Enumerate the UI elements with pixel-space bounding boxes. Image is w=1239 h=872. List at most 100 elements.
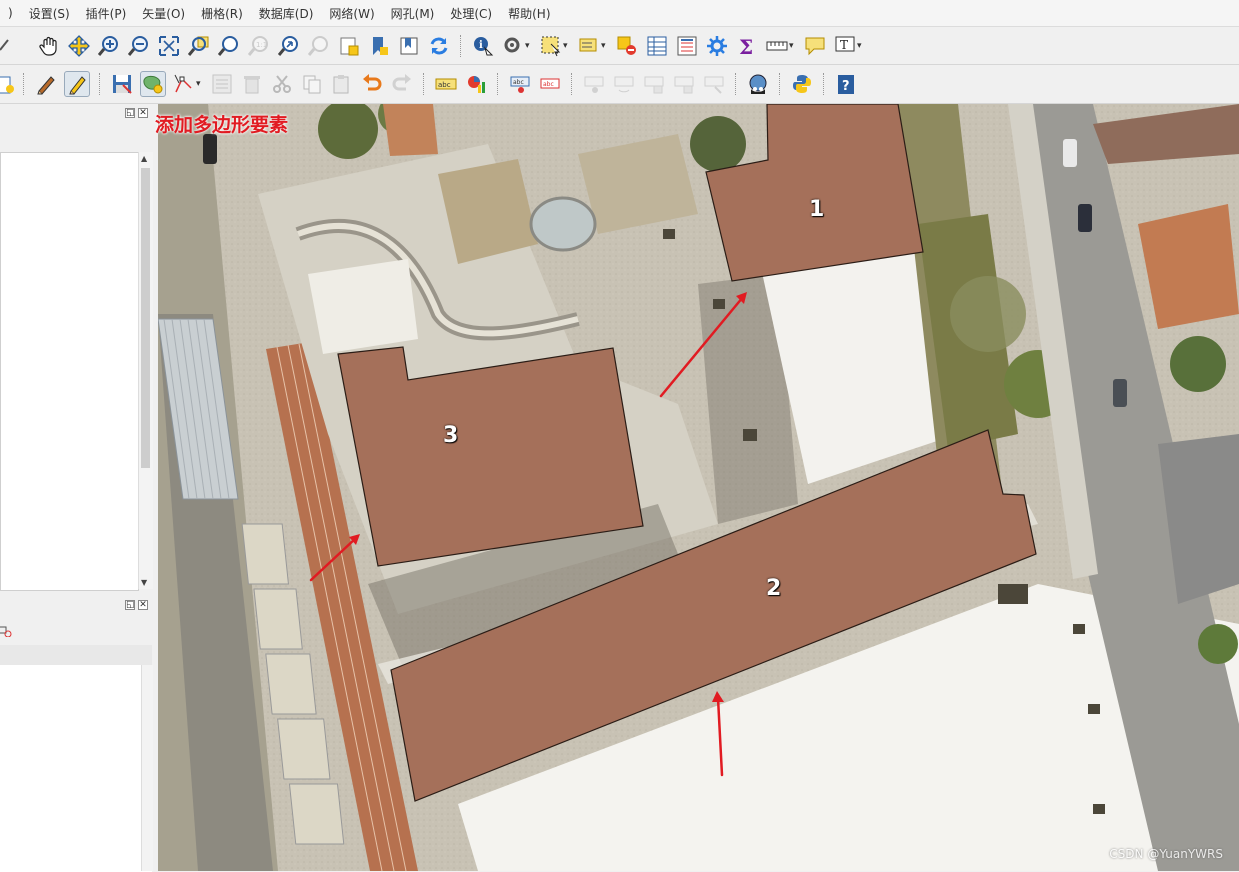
vertical-scrollbar[interactable]: [141, 665, 153, 871]
save-edits-icon[interactable]: [110, 72, 134, 96]
menu-item-settings[interactable]: 设置(S): [21, 5, 78, 22]
measure-icon[interactable]: [765, 34, 789, 58]
chevron-down-icon[interactable]: ▾: [857, 41, 866, 51]
chevron-down-icon[interactable]: ▾: [789, 41, 798, 51]
toolbar-separator: [423, 73, 425, 95]
delete-selected-icon[interactable]: [240, 72, 264, 96]
toolbar-separator: [779, 73, 781, 95]
attribute-table-icon[interactable]: [645, 34, 669, 58]
pan-to-selection-icon[interactable]: [67, 34, 91, 58]
menu-item-web[interactable]: 网络(W): [321, 5, 382, 22]
field-calculator-icon[interactable]: [705, 34, 729, 58]
pan-map-icon[interactable]: [37, 34, 61, 58]
help-icon[interactable]: ?: [834, 72, 858, 96]
menu-item-plugins[interactable]: 插件(P): [78, 5, 135, 22]
toolbar-separator: [99, 73, 101, 95]
browser-panel: ◱ ✕: [0, 592, 156, 872]
scroll-down-icon[interactable]: ▼: [141, 578, 147, 587]
toolbar-separator: [460, 34, 462, 57]
menu-item-vector[interactable]: 矢量(O): [134, 5, 193, 22]
svg-text:1:1: 1:1: [256, 41, 267, 49]
toggle-editing-icon[interactable]: [34, 72, 58, 96]
chevron-down-icon[interactable]: ▾: [563, 41, 572, 51]
annotation-icon[interactable]: [803, 34, 827, 58]
browser-header: [0, 645, 152, 665]
highlight-labels-icon[interactable]: abc: [538, 72, 562, 96]
add-polygon-feature-icon[interactable]: [140, 71, 166, 97]
run-feature-action-icon[interactable]: [501, 34, 525, 58]
current-edits-icon[interactable]: [0, 72, 14, 96]
toolbar-separator: [571, 73, 573, 95]
new-bookmark-icon[interactable]: [367, 34, 391, 58]
close-panel-icon[interactable]: ✕: [138, 600, 148, 610]
statistical-summary-icon[interactable]: [675, 34, 699, 58]
diagram-tool-icon[interactable]: [464, 72, 488, 96]
menu-item-database[interactable]: 数据库(D): [251, 5, 322, 22]
menu-item-processing[interactable]: 处理(C): [442, 5, 500, 22]
zoom-next-icon[interactable]: [307, 34, 331, 58]
vertex-tool-icon[interactable]: [172, 72, 196, 96]
select-features-icon[interactable]: [539, 34, 563, 58]
chevron-down-icon[interactable]: ▾: [196, 79, 205, 89]
change-label-icon[interactable]: [642, 72, 666, 96]
cut-features-icon[interactable]: [270, 72, 294, 96]
new-map-view-icon[interactable]: [337, 34, 361, 58]
float-panel-icon[interactable]: ◱: [125, 600, 135, 610]
scroll-up-icon[interactable]: ▲: [141, 154, 147, 163]
feature-label-3: 3: [443, 423, 459, 448]
menu-item-help[interactable]: 帮助(H): [500, 5, 558, 22]
chevron-down-icon[interactable]: ▾: [601, 41, 610, 51]
paste-features-icon[interactable]: [330, 72, 354, 96]
toolbar-separator: [23, 73, 25, 95]
zoom-to-layer-icon[interactable]: [217, 34, 241, 58]
sum-icon[interactable]: Σ: [735, 34, 759, 58]
zoom-out-icon[interactable]: [127, 34, 151, 58]
copy-features-icon[interactable]: [300, 72, 324, 96]
svg-text:?: ?: [842, 79, 850, 94]
layer-tree[interactable]: [0, 152, 139, 591]
remove-layer-icon[interactable]: [0, 622, 12, 638]
svg-text:abc: abc: [543, 81, 554, 88]
select-by-value-icon[interactable]: [577, 34, 601, 58]
zoom-in-icon[interactable]: [97, 34, 121, 58]
zoom-full-icon[interactable]: [157, 34, 181, 58]
redo-icon[interactable]: [390, 72, 414, 96]
menu-item-mesh[interactable]: 网孔(M): [383, 5, 443, 22]
satellite-basemap: [158, 104, 1239, 871]
modify-attributes-icon[interactable]: [210, 72, 234, 96]
menu-item-partial[interactable]: ): [0, 6, 21, 20]
quickmapservices-icon[interactable]: [746, 72, 770, 96]
show-bookmarks-icon[interactable]: [397, 34, 421, 58]
rotate-label-icon[interactable]: [612, 72, 636, 96]
layers-panel: ◱ ✕ ▲ ▼: [0, 104, 156, 591]
edit-pencil-icon[interactable]: [64, 71, 90, 97]
deselect-all-icon[interactable]: [615, 34, 639, 58]
map-navigation-toolbar: 1:1 i ▾ ▾ ▾ Σ ▾ T ▾: [0, 27, 1239, 65]
chevron-down-icon[interactable]: ▾: [525, 41, 534, 51]
scroll-thumb[interactable]: [141, 168, 150, 468]
zoom-native-resolution-icon[interactable]: 1:1: [247, 34, 271, 58]
text-annotation-icon[interactable]: T: [833, 34, 857, 58]
move-label-icon[interactable]: [582, 72, 606, 96]
pin-labels-icon[interactable]: abc: [508, 72, 532, 96]
close-panel-icon[interactable]: ✕: [138, 108, 148, 118]
map-canvas[interactable]: 1 3 2 CSDN @YuanYWRS: [158, 104, 1239, 871]
vertical-scrollbar[interactable]: ▲ ▼: [138, 152, 153, 589]
label-tool-icon[interactable]: abc: [434, 72, 458, 96]
label-properties-icon[interactable]: [702, 72, 726, 96]
float-panel-icon[interactable]: ◱: [125, 108, 135, 118]
identify-icon[interactable]: i: [471, 34, 495, 58]
annotation-text: 添加多边形要素: [155, 114, 289, 136]
show-hide-labels-icon[interactable]: [672, 72, 696, 96]
python-console-icon[interactable]: [790, 72, 814, 96]
menu-bar: ) 设置(S) 插件(P) 矢量(O) 栅格(R) 数据库(D) 网络(W) 网…: [0, 0, 1239, 27]
refresh-icon[interactable]: [427, 34, 451, 58]
undo-icon[interactable]: [360, 72, 384, 96]
zoom-to-selection-icon[interactable]: [187, 34, 211, 58]
zoom-last-icon[interactable]: [277, 34, 301, 58]
svg-text:Σ: Σ: [739, 35, 753, 57]
digitizing-toolbar: ▾ abc abc abc ?: [0, 65, 1239, 104]
menu-item-raster[interactable]: 栅格(R): [193, 5, 251, 22]
edit-partial-icon[interactable]: [0, 34, 10, 58]
browser-tree[interactable]: [0, 645, 152, 872]
